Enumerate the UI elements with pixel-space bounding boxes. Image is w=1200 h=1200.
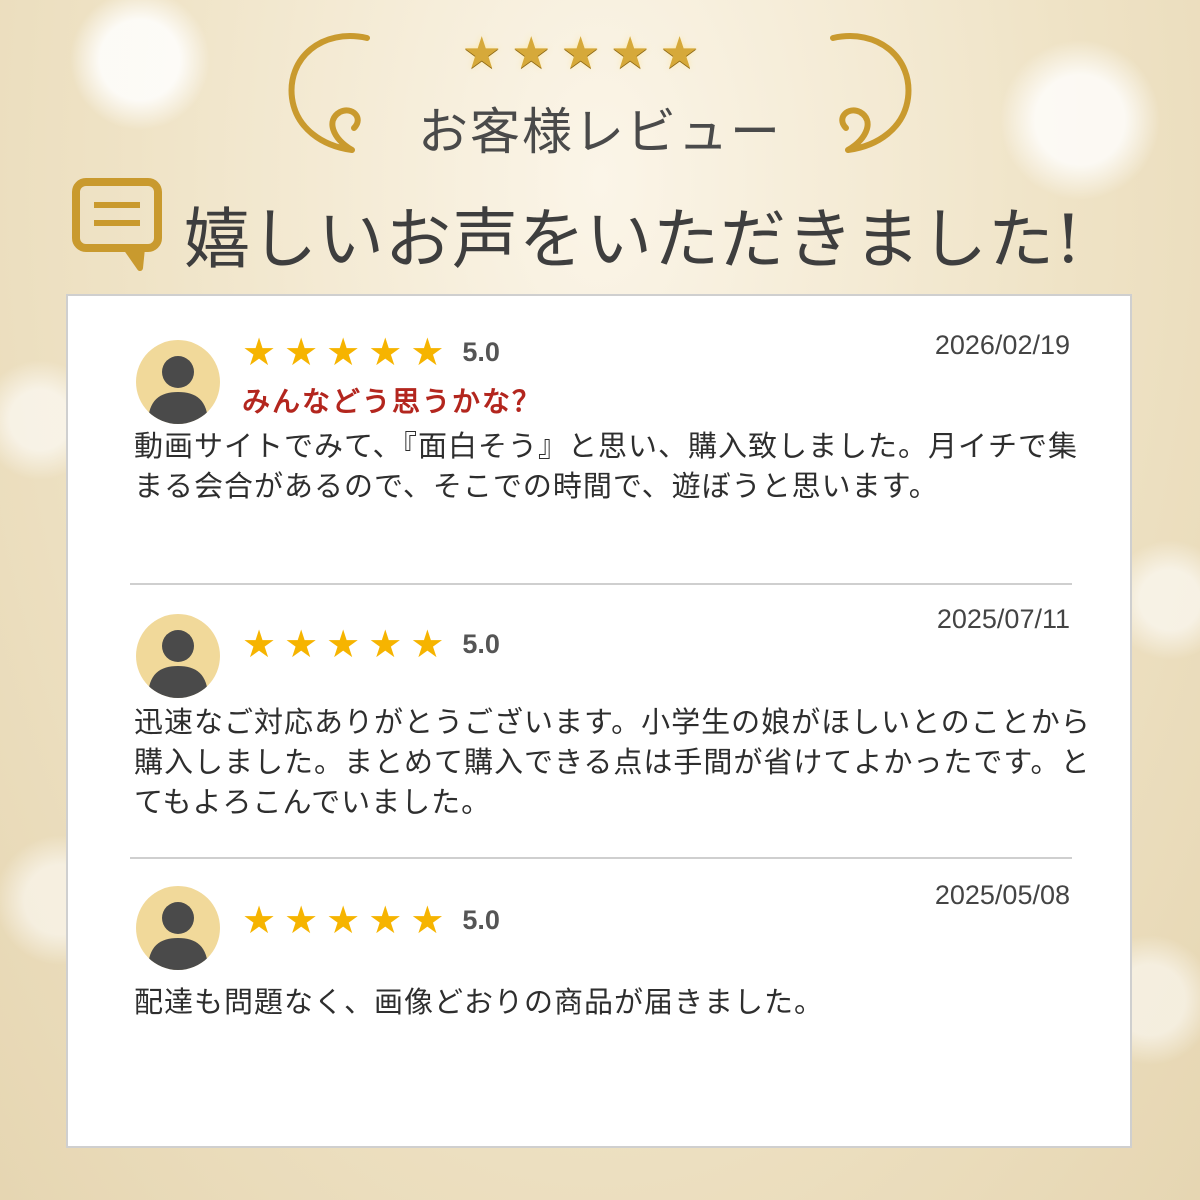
star-icon: ★ — [242, 898, 277, 942]
star-icon: ★ — [284, 898, 319, 942]
divider — [130, 857, 1072, 859]
star-rating: ★ ★ ★ ★ ★ 5.0 — [242, 900, 500, 940]
star-icon: ★ — [410, 330, 445, 374]
star-rating: ★ ★ ★ ★ ★ 5.0 — [242, 332, 500, 372]
star-icon: ★ — [284, 330, 319, 374]
star-icon: ★ — [242, 622, 277, 666]
star-icon: ★ — [659, 28, 700, 79]
star-icon: ★ — [368, 330, 403, 374]
star-icon: ★ — [410, 898, 445, 942]
avatar — [136, 614, 220, 698]
user-icon — [148, 630, 208, 698]
rating-score: 5.0 — [462, 628, 500, 659]
star-icon: ★ — [368, 898, 403, 942]
review-body: 迅速なご対応ありがとうございます。小学生の娘がほしいとのことから購入しました。ま… — [134, 705, 1091, 819]
star-icon: ★ — [410, 622, 445, 666]
user-icon — [148, 356, 208, 424]
star-icon: ★ — [326, 330, 361, 374]
avatar — [136, 886, 220, 970]
review-headline: みんなどう思うかな？ — [242, 385, 543, 418]
divider — [130, 583, 1072, 585]
page-header: ★ ★ ★ ★ ★ お客様レビュー 嬉しいお声をいただきました! — [0, 0, 1200, 290]
review-body: 動画サイトでみて、『面白そう』と思い、購入致しました。月イチで集まる会合があるの… — [134, 429, 1079, 503]
rating-score: 5.0 — [462, 904, 500, 935]
star-icon: ★ — [511, 28, 551, 79]
review-date: 2025/05/08 — [934, 880, 1070, 910]
review-date: 2026/02/19 — [934, 330, 1070, 360]
header-stars: ★ ★ ★ ★ ★ — [462, 30, 699, 78]
star-icon: ★ — [462, 28, 502, 79]
star-icon: ★ — [242, 330, 277, 374]
chat-bubble-icon — [72, 178, 162, 271]
star-icon: ★ — [610, 28, 650, 79]
reviews-panel: ★ ★ ★ ★ ★ 5.0 2026/02/19 みんなどう思うかな？ 動画サイ… — [66, 294, 1132, 1148]
star-icon: ★ — [326, 622, 361, 666]
user-icon — [148, 902, 208, 970]
star-icon: ★ — [284, 622, 319, 666]
rating-score: 5.0 — [462, 336, 500, 367]
star-icon: ★ — [560, 28, 601, 79]
page-title: 嬉しいお声をいただきました! — [184, 201, 1083, 278]
avatar — [136, 340, 220, 424]
star-icon: ★ — [326, 898, 361, 942]
review-date: 2025/07/11 — [936, 604, 1070, 634]
review-body: 配達も問題なく、画像どおりの商品が届きました。 — [134, 985, 825, 1019]
page-subtitle: お客様レビュー — [418, 103, 782, 161]
star-icon: ★ — [368, 622, 403, 666]
star-rating: ★ ★ ★ ★ ★ 5.0 — [242, 624, 500, 664]
